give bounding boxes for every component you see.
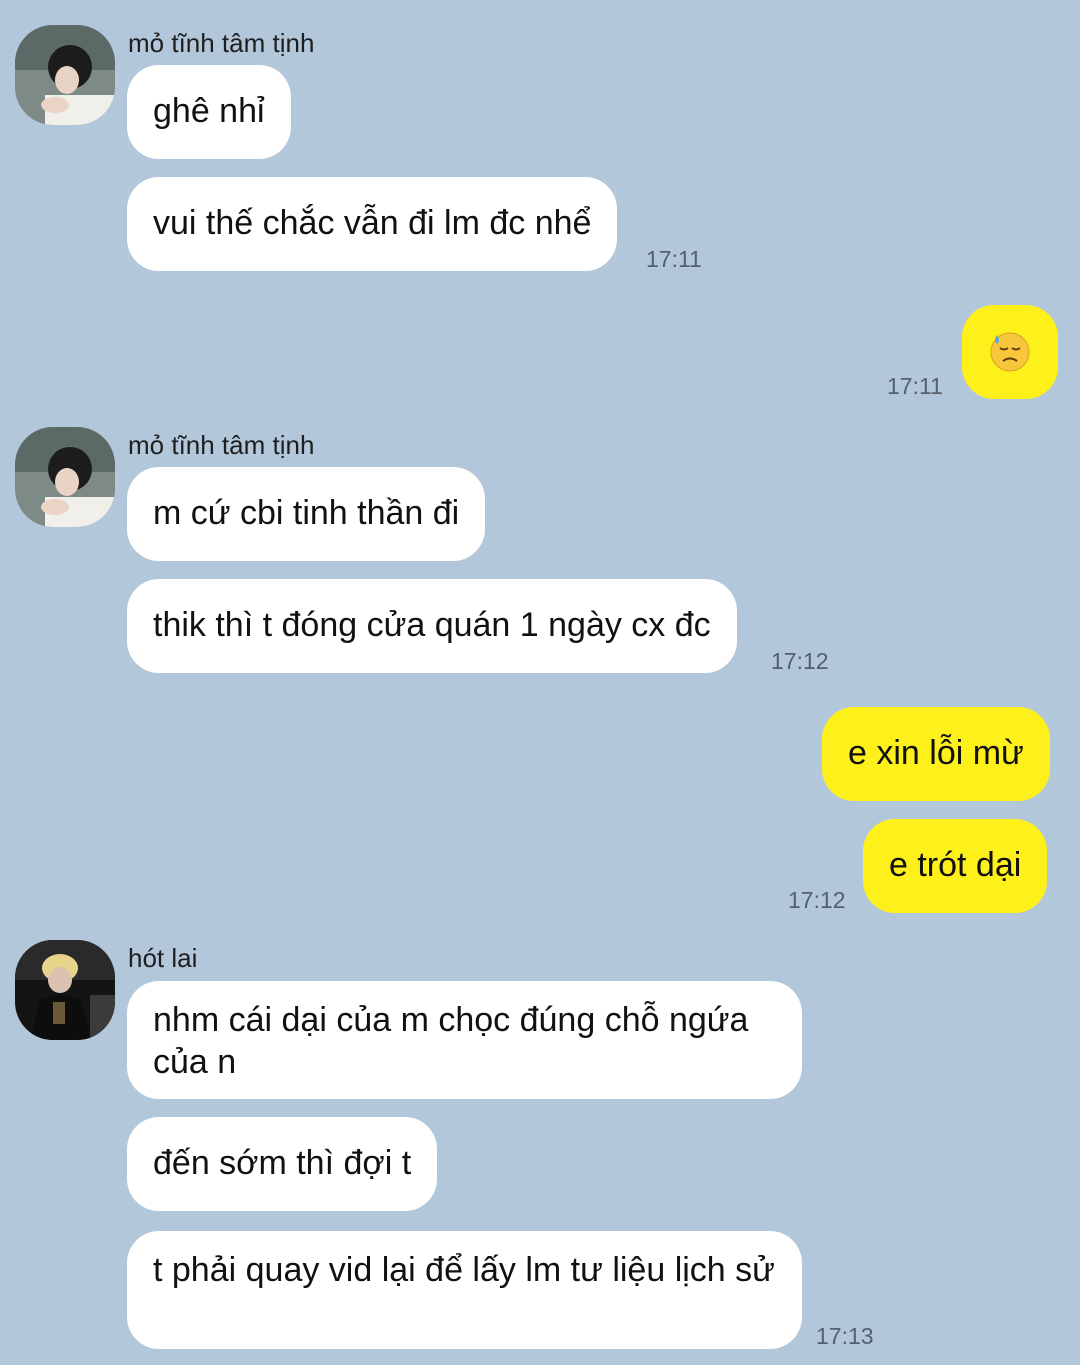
message-bubble[interactable]: thik thì t đóng cửa quán 1 ngày cx đc bbox=[127, 579, 737, 673]
message-text: thik thì t đóng cửa quán 1 ngày cx đc bbox=[153, 606, 711, 644]
my-emoji-bubble[interactable] bbox=[962, 305, 1058, 399]
message-timestamp: 17:11 bbox=[646, 246, 702, 272]
message-bubble[interactable]: m cứ cbi tinh thần đi bbox=[127, 467, 486, 561]
message-text: đến sớm thì đợi t bbox=[153, 1144, 412, 1182]
message-text: ghê nhỉ bbox=[153, 92, 265, 130]
message-timestamp: 17:11 bbox=[887, 373, 943, 399]
message-text: vui thế chắc vẫn đi lm đc nhể bbox=[153, 204, 592, 242]
message-timestamp: 17:13 bbox=[816, 1323, 874, 1349]
message-bubble[interactable]: ghê nhỉ bbox=[127, 65, 291, 159]
downcast-face-with-sweat-icon bbox=[990, 332, 1030, 372]
message-text: e trót dại bbox=[889, 846, 1022, 884]
message-bubble[interactable]: vui thế chắc vẫn đi lm đc nhể bbox=[127, 177, 618, 271]
message-text: m cứ cbi tinh thần đi bbox=[153, 494, 460, 532]
sender-name: hót lai bbox=[128, 943, 198, 973]
message-text: e xin lỗi mừ bbox=[848, 734, 1024, 772]
message-timestamp: 17:12 bbox=[771, 648, 829, 674]
message-bubble[interactable]: t phải quay vid lại để lấy lm tư liệu lị… bbox=[127, 1231, 802, 1349]
sender-avatar[interactable] bbox=[15, 940, 115, 1040]
my-message-bubble[interactable]: e trót dại bbox=[863, 819, 1048, 913]
sender-avatar[interactable] bbox=[15, 25, 115, 125]
sender-name: mỏ tĩnh tâm tịnh bbox=[128, 430, 315, 460]
message-text: t phải quay vid lại để lấy lm tư liệu lị… bbox=[153, 1251, 775, 1289]
my-message-bubble[interactable]: e xin lỗi mừ bbox=[822, 707, 1050, 801]
message-bubble[interactable]: đến sớm thì đợi t bbox=[127, 1117, 438, 1211]
message-timestamp: 17:12 bbox=[788, 887, 846, 913]
message-text: nhm cái dại của m chọc đúng chỗ ngứa của… bbox=[153, 1001, 749, 1081]
sender-avatar[interactable] bbox=[15, 427, 115, 527]
message-bubble[interactable]: nhm cái dại của m chọc đúng chỗ ngứa của… bbox=[127, 981, 802, 1099]
sender-name: mỏ tĩnh tâm tịnh bbox=[128, 28, 315, 58]
